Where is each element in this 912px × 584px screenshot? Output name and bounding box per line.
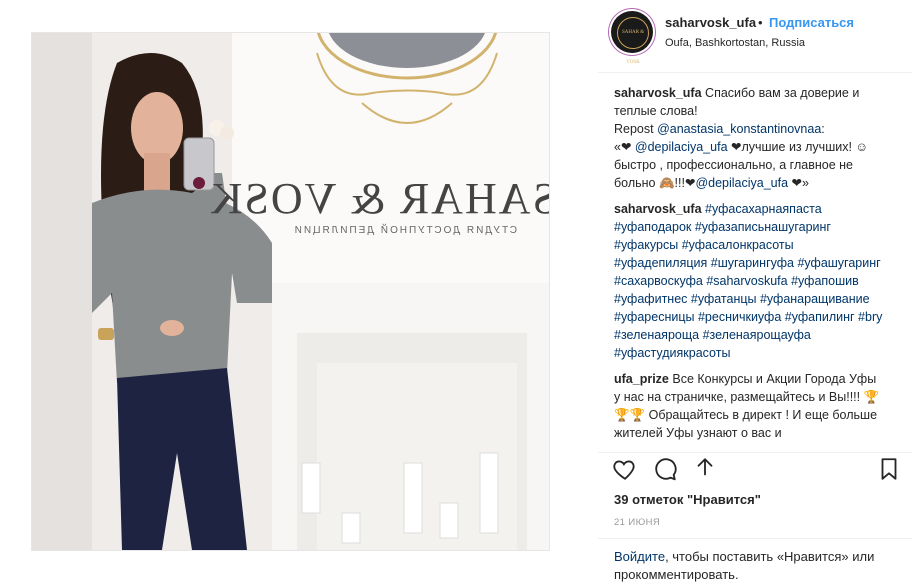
prize-comment: ufa_prize Все Конкурсы и Акции Города Уф… [614,370,884,442]
login-prompt: Войдите, чтобы поставить «Нравится» или … [614,548,894,584]
post-photo-art [32,33,549,550]
repost-label: Repost [614,122,658,136]
header-separator: • [758,15,763,30]
hashtag-list: #уфасахарнаяпаста #уфаподарок #уфазапись… [614,202,882,360]
login-divider [598,538,912,539]
action-bar [610,456,906,488]
hashtag-link[interactable]: #уфашугаринг [797,256,880,270]
post-date[interactable]: 21 июня [614,517,660,528]
hashtag-link[interactable]: #зеленаярощауфа [703,328,811,342]
caption-comment: saharvosk_ufa Спасибо вам за доверие и т… [614,84,884,192]
comment-icon[interactable] [652,456,680,484]
repost-mention-link[interactable]: @anastasia_konstantinovnaa [657,122,821,136]
photo-sign-text: SAHAR & VOSK [208,174,549,223]
hashtag-comment-username[interactable]: saharvosk_ufa [614,202,702,216]
hashtag-link[interactable]: #уфазаписьнашугаринг [695,220,831,234]
photo-sign-subtext: СТУДИЯ ДОСТУПНОЙ ДЕПИЛЯЦИИ [292,225,517,236]
hashtag-link[interactable]: #уфасалонкрасоты [682,238,794,252]
hashtag-link[interactable]: #шугарингуфа [711,256,794,270]
hashtag-link[interactable]: #уфаресницы [614,310,694,324]
post-header: SAHAR & VOSK saharvosk_ufa • Подписаться… [598,0,912,65]
post-photo[interactable]: SAHAR & VOSK СТУДИЯ ДОСТУПНОЙ ДЕПИЛЯЦИИ [32,33,549,550]
hashtag-link[interactable]: #saharvoskufa [706,274,787,288]
header-divider [598,72,912,73]
hashtag-link[interactable]: #зеленаяроща [614,328,699,342]
hashtag-link[interactable]: #уфасахарнаяпаста [705,202,822,216]
hashtag-link[interactable]: #уфафитнес [614,292,687,306]
follow-button[interactable]: Подписаться [769,15,854,30]
heart-icon[interactable] [612,456,640,484]
login-link[interactable]: Войдите [614,549,665,564]
comments-list[interactable]: saharvosk_ufa Спасибо вам за доверие и т… [614,84,884,450]
mention-depilaciya-link[interactable]: @depilaciya_ufa [635,140,728,154]
bookmark-icon[interactable] [876,456,904,484]
post-side-panel: SAHAR & VOSK saharvosk_ufa • Подписаться… [598,0,912,584]
hashtag-link[interactable]: #bry [858,310,882,324]
hashtag-link[interactable]: #уфапошив [791,274,859,288]
quote-suffix: ❤» [788,176,809,190]
mention-depilaciya-link-2[interactable]: @depilaciya_ufa [695,176,788,190]
quote-prefix: «❤ [614,140,635,154]
actions-divider [598,452,912,453]
location-link[interactable]: Oufa, Bashkortostan, Russia [665,37,805,49]
hashtag-link[interactable]: #уфакурсы [614,238,678,252]
comments-fade [614,440,884,450]
caption-username[interactable]: saharvosk_ufa [614,86,702,100]
hashtag-link[interactable]: #уфастудиякрасоты [614,346,730,360]
avatar-logo-text: SAHAR & VOSK [617,17,649,65]
likes-count[interactable]: 39 отметок "Нравится" [614,492,761,507]
hashtag-link[interactable]: #уфаподарок [614,220,691,234]
hashtag-link[interactable]: #сахарвоскуфа [614,274,703,288]
header-username[interactable]: saharvosk_ufa [665,15,756,30]
hashtag-link[interactable]: #уфатанцы [691,292,757,306]
share-icon[interactable] [692,456,720,484]
hashtag-link[interactable]: #ресничкиуфа [698,310,781,324]
hashtag-link[interactable]: #уфанаращивание [760,292,870,306]
hashtag-link[interactable]: #уфапилинг [785,310,855,324]
avatar[interactable]: SAHAR & VOSK [611,11,653,65]
prize-comment-username[interactable]: ufa_prize [614,372,669,386]
hashtag-comment: saharvosk_ufa #уфасахарнаяпаста #уфапода… [614,200,884,362]
hashtag-link[interactable]: #уфадепиляция [614,256,707,270]
repost-colon: : [821,122,825,136]
